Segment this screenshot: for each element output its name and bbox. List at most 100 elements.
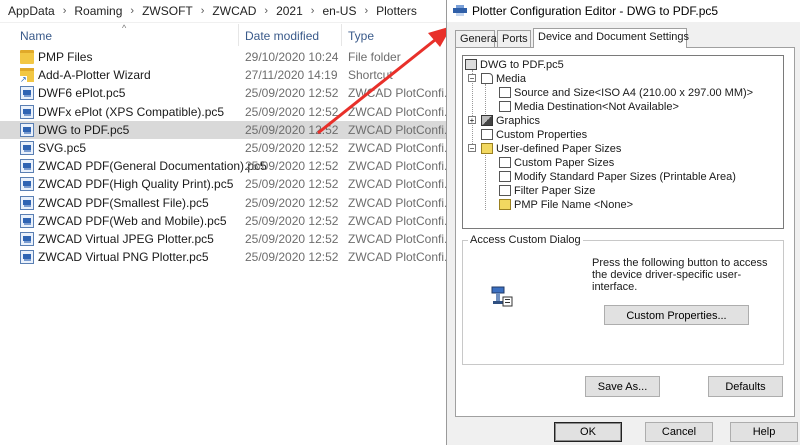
file-row[interactable]: DWF6 ePlot.pc5 25/09/2020 12:52 ZWCAD Plot… [0, 84, 454, 102]
button-label: Help [752, 426, 776, 438]
file-row[interactable]: ZWCAD PDF(Web and Mobile).pc5 25/09/2020 … [0, 212, 454, 230]
chevron-right-icon: › [200, 5, 205, 17]
file-date: 25/09/2020 12:52 [245, 86, 339, 101]
tree-item-user-paper-sizes[interactable]: User-defined Paper Sizes [481, 142, 621, 155]
tree-item-label: Modify Standard Paper Sizes (Printable A… [514, 170, 736, 183]
shortcut-icon [20, 68, 34, 85]
tab-ports[interactable]: Ports [497, 30, 531, 47]
file-date: 25/09/2020 12:52 [245, 177, 339, 192]
tree-item-pmp-file[interactable]: PMP File Name <None> [499, 198, 633, 211]
file-name: DWF6 ePlot.pc5 [38, 86, 126, 101]
tree-item-graphics[interactable]: Graphics [481, 114, 540, 127]
tree-item-label: Custom Paper Sizes [514, 156, 615, 169]
collapse-icon[interactable]: − [468, 144, 476, 153]
column-header-date[interactable]: Date modified [245, 29, 319, 43]
file-row[interactable]: ZWCAD Virtual JPEG Plotter.pc5 25/09/2020… [0, 230, 454, 248]
breadcrumb-2021[interactable]: 2021 [276, 4, 303, 18]
cancel-button[interactable]: Cancel [645, 422, 713, 442]
document-icon [499, 185, 511, 196]
collapse-icon[interactable]: − [468, 74, 476, 83]
tree-item-modify-standard[interactable]: Modify Standard Paper Sizes (Printable A… [499, 170, 736, 183]
help-button[interactable]: Help [730, 422, 798, 442]
button-label: Cancel [661, 426, 697, 438]
file-name: ZWCAD Virtual JPEG Plotter.pc5 [38, 231, 214, 246]
tree-item-root[interactable]: DWG to PDF.pc5 [465, 58, 564, 71]
breadcrumb-appdata[interactable]: AppData [8, 4, 55, 18]
breadcrumb-en-us[interactable]: en-US [322, 4, 356, 18]
file-type: Shortcut [348, 68, 393, 83]
tree-item-media-destination[interactable]: Media Destination<Not Available> [499, 100, 679, 113]
pc5-file-icon [20, 122, 34, 137]
pmp-file-icon [499, 199, 511, 210]
pc5-file-icon [20, 140, 34, 155]
tree-item-label: DWG to PDF.pc5 [480, 58, 564, 71]
file-name: ZWCAD PDF(Web and Mobile).pc5 [38, 213, 227, 228]
file-row[interactable]: ZWCAD PDF(General Documentation).pc5 25/0… [0, 157, 454, 175]
settings-tree[interactable]: DWG to PDF.pc5 − Media Source and Size<I… [462, 55, 784, 229]
pc5-file-icon [20, 195, 34, 210]
file-row[interactable]: DWFx ePlot (XPS Compatible).pc5 25/09/202… [0, 103, 454, 121]
folder-icon [481, 143, 493, 154]
custom-properties-button[interactable]: Custom Properties... [604, 305, 749, 325]
folder-icon [20, 50, 34, 64]
column-divider[interactable] [238, 24, 239, 46]
breadcrumb-zwsoft[interactable]: ZWSOFT [142, 4, 193, 18]
file-date: 25/09/2020 12:52 [245, 231, 339, 246]
file-row[interactable]: DWG to PDF.pc5 25/09/2020 12:52 ZWCAD Plot… [0, 120, 454, 139]
column-divider[interactable] [341, 24, 342, 46]
file-row[interactable]: Add-A-Plotter Wizard 27/11/2020 14:19 Shor… [0, 66, 446, 85]
tab-device-document-settings[interactable]: Device and Document Settings [533, 28, 689, 48]
file-explorer: AppData › Roaming › ZWSOFT › ZWCAD › 2021 › e… [0, 0, 454, 445]
file-row[interactable]: ZWCAD PDF(High Quality Print).pc5 25/09/2… [0, 175, 454, 193]
button-label: OK [580, 426, 596, 438]
plotter-device-icon [491, 286, 513, 307]
tree-item-label: Custom Properties [496, 128, 588, 141]
file-date: 25/09/2020 12:52 [245, 122, 339, 137]
tree-item-source-size[interactable]: Source and Size<ISO A4 (210.00 x 297.00 … [499, 86, 753, 99]
pc5-file-icon [20, 231, 34, 246]
file-row[interactable]: PMP Files 29/10/2020 10:24 File folder [0, 48, 446, 66]
properties-icon [481, 129, 493, 140]
tree-item-custom-properties[interactable]: Custom Properties [481, 128, 587, 141]
file-date: 25/09/2020 12:52 [245, 159, 339, 174]
defaults-button[interactable]: Defaults [708, 376, 783, 397]
ok-button[interactable]: OK [554, 422, 622, 442]
file-name: DWG to PDF.pc5 [38, 122, 130, 137]
button-label: Defaults [725, 381, 766, 393]
file-name: PMP Files [38, 50, 93, 64]
save-as-button[interactable]: Save As... [585, 376, 660, 397]
column-headers: ^ Name Date modified Type [0, 23, 446, 46]
breadcrumb-roaming[interactable]: Roaming [74, 4, 122, 18]
pc5-file-icon [20, 177, 34, 192]
breadcrumb-plotters[interactable]: Plotters [376, 4, 417, 18]
file-type: ZWCAD PlotConfi... [348, 122, 455, 137]
file-row[interactable]: SVG.pc5 25/09/2020 12:52 ZWCAD PlotConfi..… [0, 139, 454, 157]
file-type: ZWCAD PlotConfi... [348, 86, 455, 101]
breadcrumb-zwcad[interactable]: ZWCAD [212, 4, 256, 18]
document-icon [499, 101, 511, 112]
tree-item-custom-paper-sizes[interactable]: Custom Paper Sizes [499, 156, 614, 169]
file-row[interactable]: ZWCAD PDF(Smallest File).pc5 25/09/2020 1… [0, 194, 454, 212]
media-icon [481, 73, 493, 84]
chevron-right-icon: › [130, 5, 135, 17]
tree-item-label: Source and Size<ISO A4 (210.00 x 297.00 … [514, 86, 754, 99]
column-header-name[interactable]: Name [20, 29, 52, 43]
dialog-title: Plotter Configuration Editor - DWG to PD… [472, 4, 719, 18]
tree-item-media[interactable]: Media [481, 72, 526, 85]
file-name: ZWCAD PDF(High Quality Print).pc5 [38, 177, 234, 192]
column-header-type[interactable]: Type [348, 29, 374, 43]
tab-general[interactable]: General [455, 30, 499, 47]
file-row[interactable]: ZWCAD Virtual PNG Plotter.pc5 25/09/2020 … [0, 248, 454, 266]
file-date: 25/09/2020 12:52 [245, 140, 339, 155]
file-name: ZWCAD PDF(Smallest File).pc5 [38, 195, 209, 210]
file-list: PMP Files 29/10/2020 10:24 File folder Add-… [0, 48, 454, 266]
group-description: Press the following button to access the… [592, 257, 768, 293]
file-type: ZWCAD PlotConfi... [348, 231, 455, 246]
tree-line [485, 84, 486, 114]
tree-item-filter-paper[interactable]: Filter Paper Size [499, 184, 595, 197]
document-icon [499, 87, 511, 98]
file-name: SVG.pc5 [38, 140, 87, 155]
dialog-titlebar[interactable]: Plotter Configuration Editor - DWG to PD… [447, 0, 800, 22]
expand-icon[interactable]: + [468, 116, 476, 125]
file-date: 25/09/2020 12:52 [245, 195, 339, 210]
